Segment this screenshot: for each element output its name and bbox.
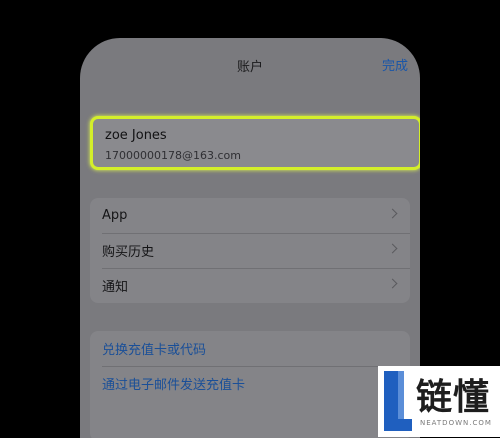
link-label: 通过电子邮件发送充值卡	[102, 378, 246, 393]
menu-item-notifications[interactable]: 通知	[90, 268, 410, 303]
menu-item-app[interactable]: App	[90, 198, 410, 233]
watermark-l-icon	[384, 371, 412, 431]
menu-item-label: App	[102, 208, 128, 223]
watermark-site: NEATDOWN.COM	[420, 419, 492, 427]
link-label: 兑换充值卡或代码	[102, 343, 207, 358]
redeem-gift-card-link[interactable]: 兑换充值卡或代码	[90, 331, 410, 366]
settings-group: App 购买历史 通知	[90, 198, 410, 303]
gift-card-group: 兑换充值卡或代码 通过电子邮件发送充值卡	[90, 331, 410, 438]
menu-item-purchase-history[interactable]: 购买历史	[90, 233, 410, 268]
menu-item-label: 购买历史	[102, 245, 155, 260]
chevron-right-icon	[387, 243, 398, 254]
watermark-logo: 链懂 NEATDOWN.COM	[378, 366, 500, 437]
phone-screen: 账户 完成 zoe Jones 17000000178@163.com App …	[80, 38, 420, 438]
nav-title: 账户	[236, 60, 263, 75]
send-gift-card-email-link[interactable]: 通过电子邮件发送充值卡	[90, 366, 410, 401]
account-card[interactable]: zoe Jones 17000000178@163.com	[90, 116, 420, 170]
done-button[interactable]: 完成	[382, 55, 408, 74]
watermark-brand: 链懂	[416, 377, 491, 418]
account-name: zoe Jones	[105, 128, 167, 143]
account-email: 17000000178@163.com	[105, 149, 241, 162]
chevron-right-icon	[387, 208, 398, 219]
menu-item-label: 通知	[102, 280, 129, 295]
chevron-right-icon	[387, 278, 398, 289]
